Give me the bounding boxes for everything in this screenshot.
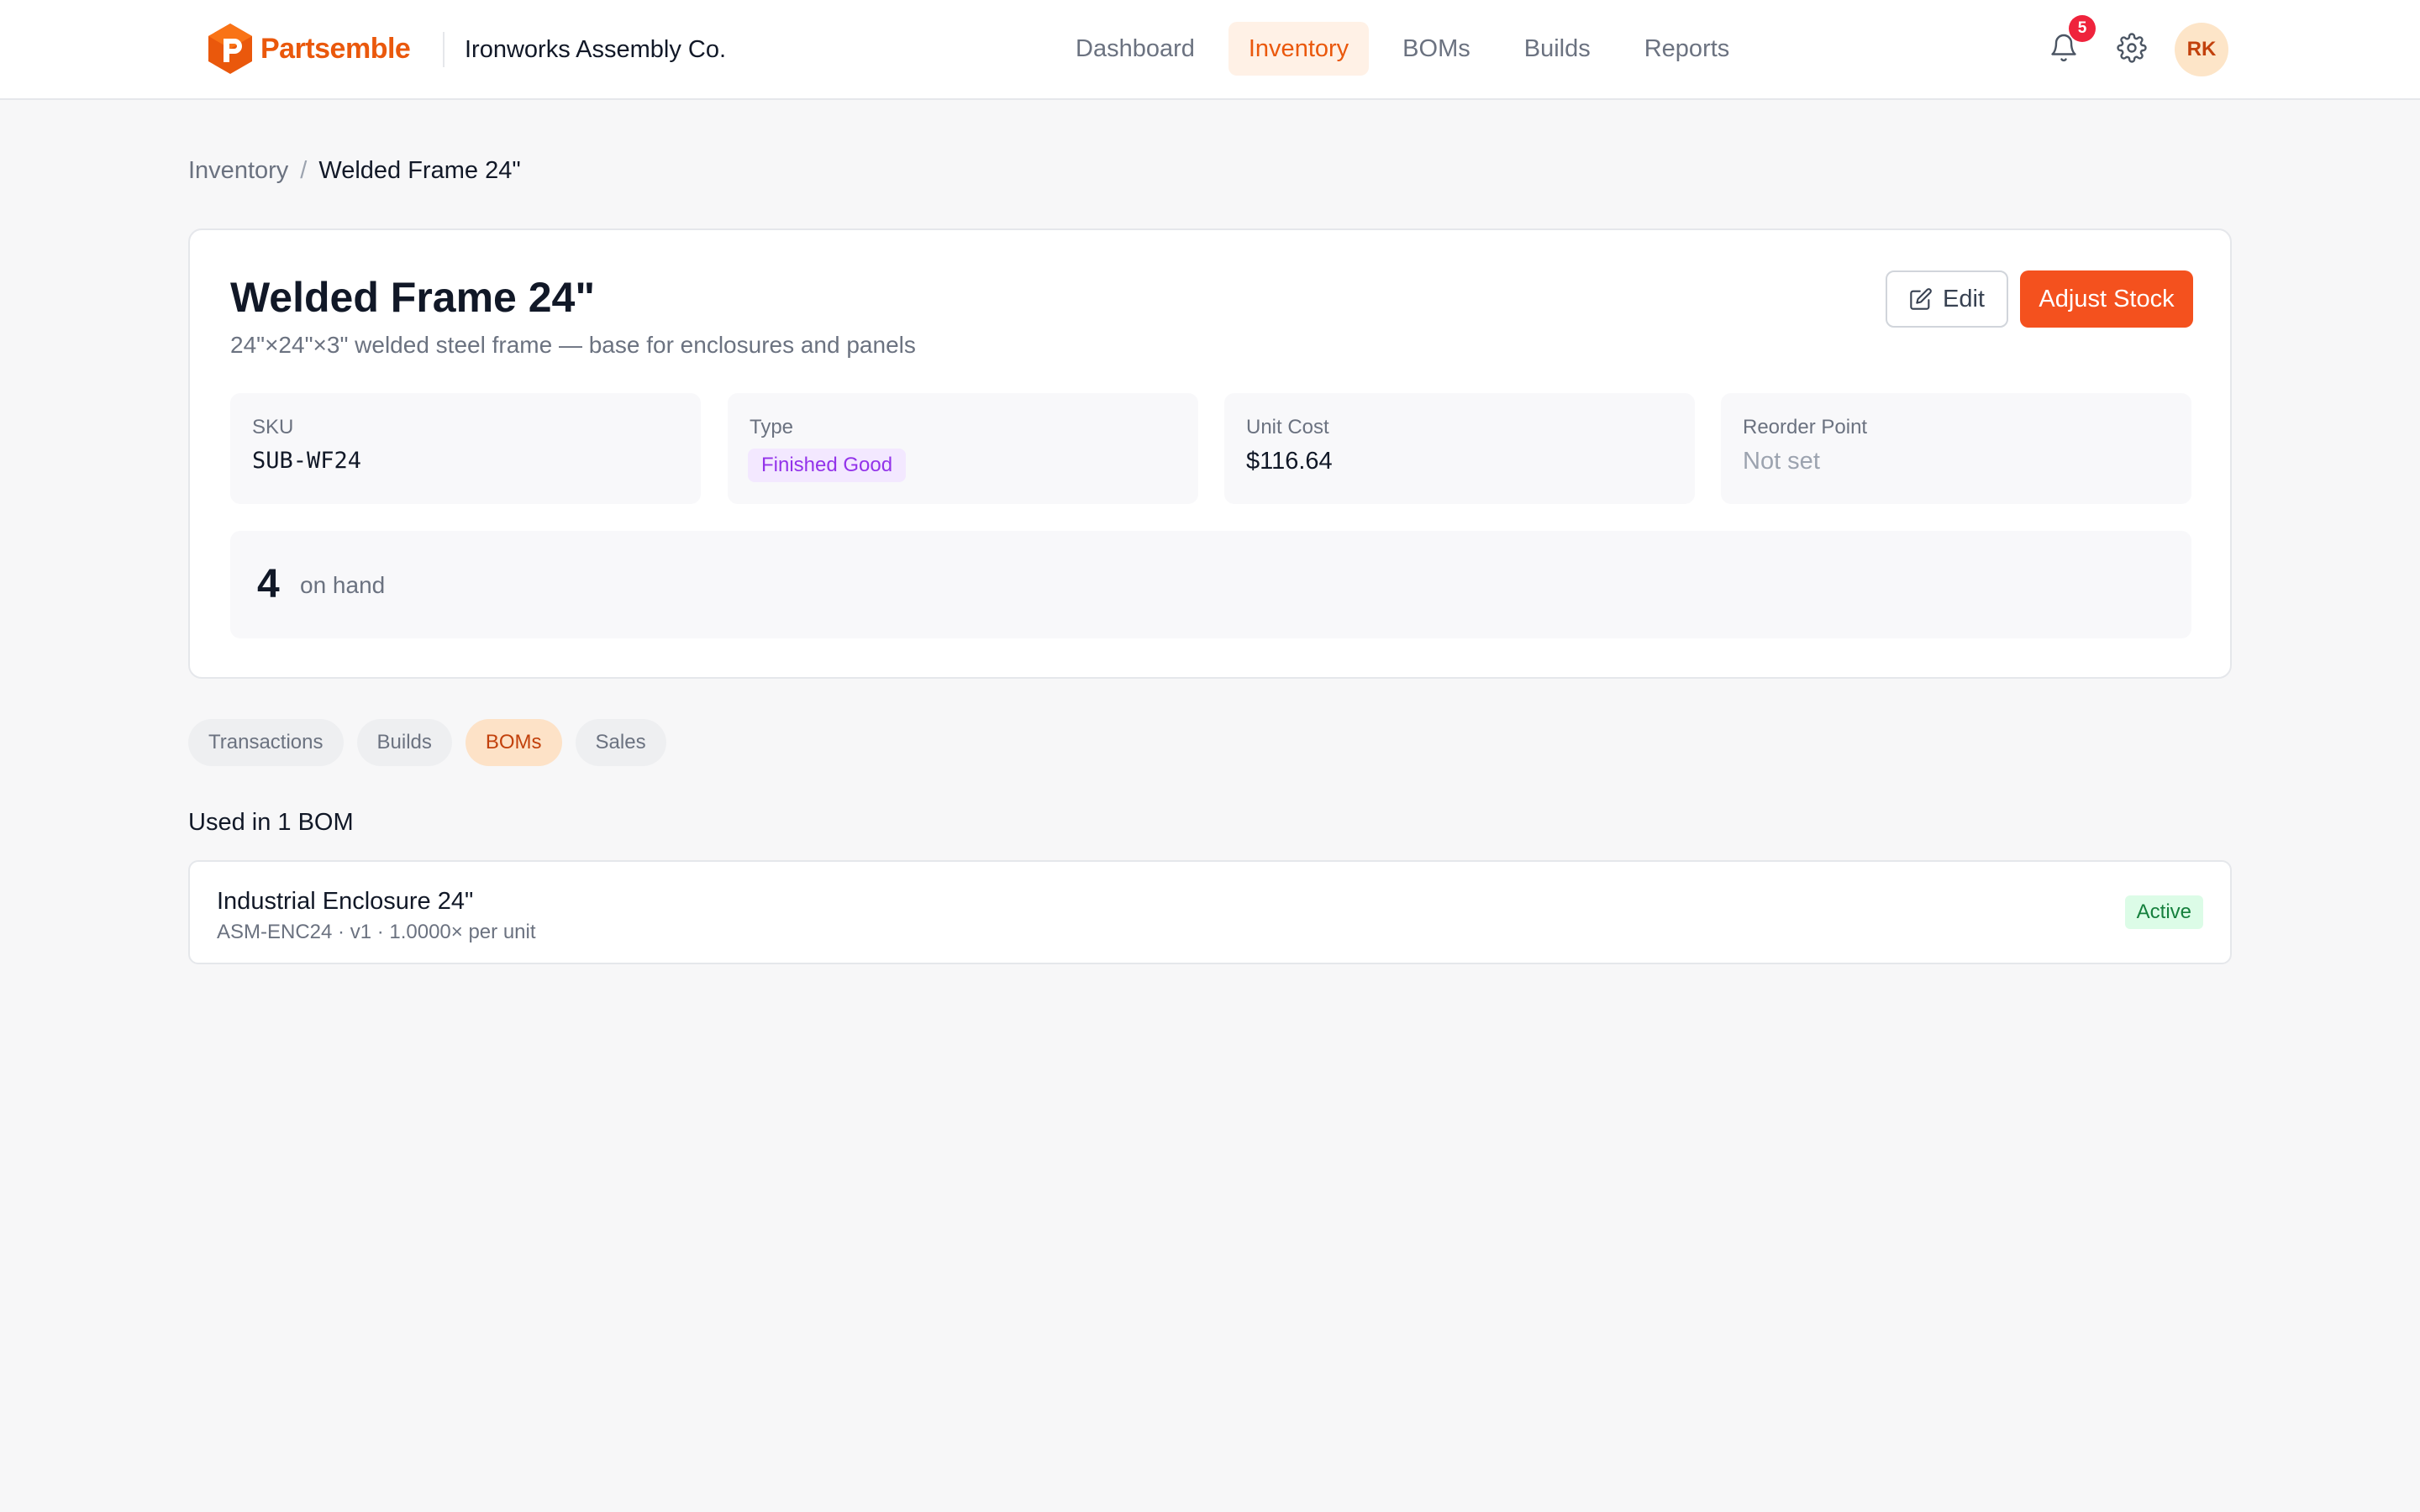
company-name: Ironworks Assembly Co. xyxy=(465,36,727,63)
breadcrumb-inventory-link[interactable]: Inventory xyxy=(188,155,288,186)
nav-boms[interactable]: BOMs xyxy=(1382,22,1491,76)
unit-cost-label: Unit Cost xyxy=(1246,416,1329,438)
item-detail-card: Welded Frame 24" 24"×24"×3" welded steel… xyxy=(188,228,2232,679)
brand-name: Partsemble xyxy=(260,32,411,65)
unit-cost-field: Unit Cost $116.64 xyxy=(1224,393,1695,504)
header-divider xyxy=(443,32,445,67)
status-badge: Active xyxy=(2124,895,2203,929)
sku-label: SKU xyxy=(252,416,294,438)
bom-meta: ASM-ENC24 · v1 · 1.0000× per unit xyxy=(217,921,536,943)
tab-sales[interactable]: Sales xyxy=(575,719,666,766)
sku-value: SUB-WF24 xyxy=(252,448,362,474)
on-hand-label: on hand xyxy=(300,572,386,598)
breadcrumb: Inventory / Welded Frame 24" xyxy=(188,155,521,186)
top-navigation-bar: Partsemble Ironworks Assembly Co. Dashbo… xyxy=(0,0,2420,100)
nav-dashboard[interactable]: Dashboard xyxy=(1055,22,1215,76)
edit-button-label: Edit xyxy=(1943,285,1985,312)
detail-tabs: Transactions Builds BOMs Sales xyxy=(188,719,666,766)
on-hand-summary: 4 on hand xyxy=(230,531,2191,638)
reorder-point-label: Reorder Point xyxy=(1743,416,1868,438)
edit-button[interactable]: Edit xyxy=(1886,270,2008,328)
pencil-icon xyxy=(1910,288,1932,310)
type-label: Type xyxy=(750,416,794,438)
tab-builds[interactable]: Builds xyxy=(356,719,452,766)
list-item[interactable]: Industrial Enclosure 24" ASM-ENC24 · v1 … xyxy=(188,860,2232,964)
nav-builds[interactable]: Builds xyxy=(1504,22,1611,76)
main-nav: Dashboard Inventory BOMs Builds Reports xyxy=(1055,22,1749,76)
gear-icon xyxy=(2117,33,2147,63)
notification-count-badge: 5 xyxy=(2069,15,2096,42)
breadcrumb-separator: / xyxy=(300,157,308,184)
unit-cost-value: $116.64 xyxy=(1246,448,1333,475)
page-title: Welded Frame 24" xyxy=(230,274,596,321)
nav-reports[interactable]: Reports xyxy=(1624,22,1750,76)
reorder-point-field: Reorder Point Not set xyxy=(1721,393,2191,504)
tab-transactions[interactable]: Transactions xyxy=(188,719,344,766)
bom-name: Industrial Enclosure 24" xyxy=(217,888,474,915)
tab-boms[interactable]: BOMs xyxy=(465,719,562,766)
boms-section-title: Used in 1 BOM xyxy=(188,809,354,836)
reorder-point-value: Not set xyxy=(1743,448,1820,475)
sku-field: SKU SUB-WF24 xyxy=(230,393,701,504)
nav-inventory[interactable]: Inventory xyxy=(1228,22,1370,76)
item-description: 24"×24"×3" welded steel frame — base for… xyxy=(230,332,916,358)
breadcrumb-current: Welded Frame 24" xyxy=(318,157,521,184)
brand-logo[interactable]: Partsemble xyxy=(207,22,411,76)
adjust-stock-button[interactable]: Adjust Stock xyxy=(2020,270,2193,328)
settings-button[interactable] xyxy=(2112,29,2151,67)
logo-icon xyxy=(208,24,252,74)
type-field: Type Finished Good xyxy=(728,393,1198,504)
user-avatar[interactable]: RK xyxy=(2175,23,2228,76)
on-hand-quantity: 4 xyxy=(257,562,280,606)
type-badge: Finished Good xyxy=(748,449,907,482)
